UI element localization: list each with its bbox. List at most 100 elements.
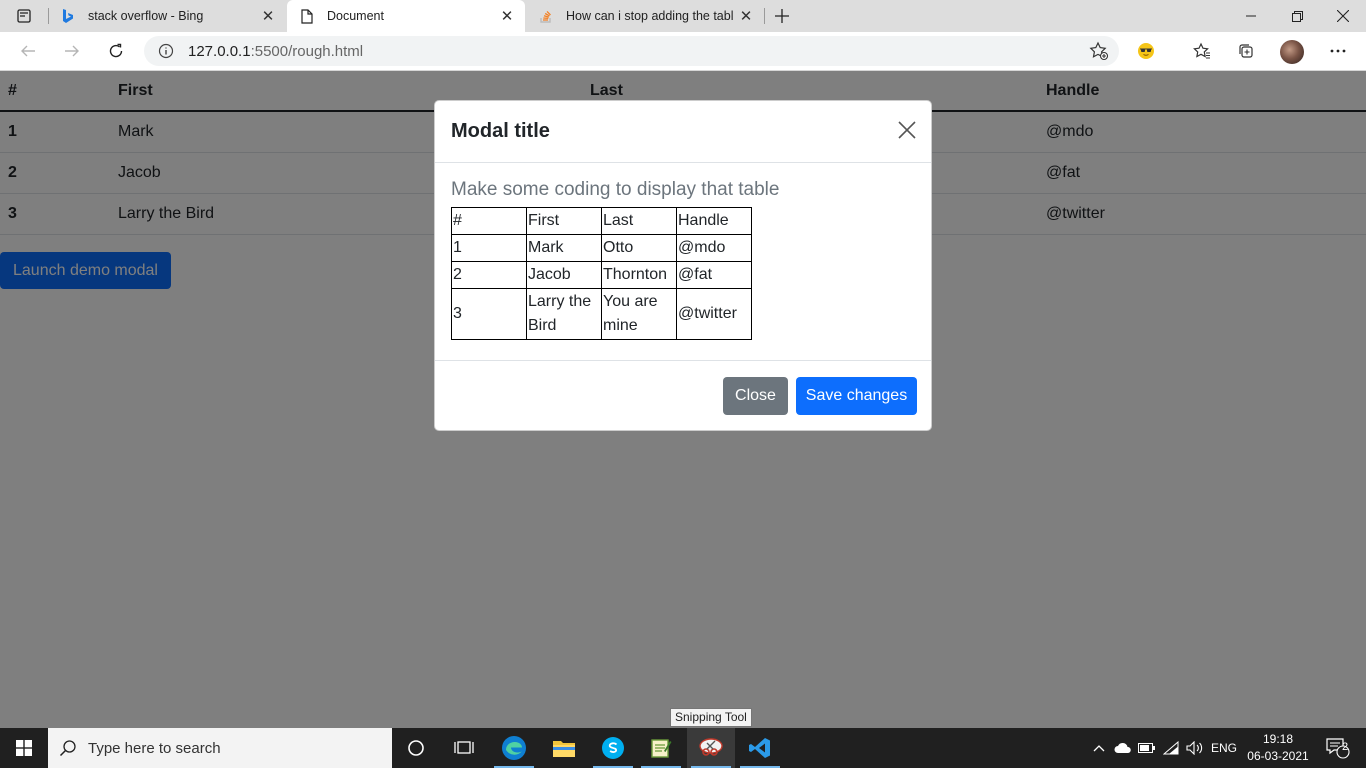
collections-button[interactable]: [1230, 36, 1262, 66]
extension-button[interactable]: [1130, 36, 1162, 66]
cortana-button[interactable]: [392, 728, 440, 768]
add-favorite-icon[interactable]: [1089, 41, 1109, 61]
tab-separator: [764, 8, 765, 24]
onedrive-tray-button[interactable]: [1112, 728, 1134, 768]
task-view-icon: [454, 741, 474, 754]
modal-footer: Close Save changes: [435, 361, 931, 430]
arrow-left-icon: [21, 45, 35, 57]
restore-icon: [1291, 10, 1303, 22]
profile-avatar[interactable]: [1280, 40, 1304, 64]
action-center-button[interactable]: 2: [1318, 728, 1358, 768]
page-viewport: # First Last Handle 1 Mark @mdo 2 Jacob …: [0, 71, 1366, 728]
modal-dialog: Modal title Make some coding to display …: [434, 100, 932, 431]
clock-time: 19:18: [1262, 732, 1294, 746]
address-bar[interactable]: 127.0.0.1:5500/rough.html: [144, 36, 1119, 66]
search-icon: [48, 728, 88, 768]
restore-button[interactable]: [1274, 0, 1320, 32]
wifi-icon: [1163, 741, 1179, 755]
bing-icon: [60, 8, 76, 24]
tab-stackoverflow[interactable]: How can i stop adding the table ✕: [526, 0, 764, 32]
vscode-icon: [749, 738, 770, 758]
close-window-button[interactable]: [1320, 0, 1366, 32]
taskbar-search-box[interactable]: Type here to search: [48, 728, 392, 768]
cell: Larry the Bird: [526, 288, 602, 340]
refresh-icon: [109, 43, 123, 58]
back-button[interactable]: [12, 36, 44, 66]
favorites-button[interactable]: [1186, 36, 1218, 66]
battery-icon: [1138, 743, 1155, 753]
close-icon: [898, 120, 916, 139]
save-changes-button[interactable]: Save changes: [796, 377, 917, 415]
forward-button[interactable]: [56, 36, 88, 66]
wifi-tray-button[interactable]: [1160, 728, 1182, 768]
modal-close-button[interactable]: [895, 119, 919, 143]
more-icon: [1330, 49, 1346, 53]
cell: You are mine: [601, 288, 677, 340]
table-row: # First Last Handle: [451, 207, 752, 235]
modal-header: Modal title: [435, 101, 931, 163]
cloud-icon: [1114, 742, 1131, 753]
collections-icon: [1239, 44, 1253, 58]
info-icon[interactable]: [156, 41, 176, 61]
arrow-right-icon: [65, 45, 79, 57]
battery-tray-button[interactable]: [1136, 728, 1158, 768]
folder-icon: [553, 741, 575, 757]
notification-count-badge: 2: [1341, 741, 1349, 753]
snipping-tool-icon: [699, 738, 723, 756]
show-hidden-icons-button[interactable]: [1088, 728, 1110, 768]
taskbar-notes-app[interactable]: [637, 728, 685, 768]
settings-more-button[interactable]: [1322, 36, 1354, 66]
modal-title: Modal title: [451, 120, 550, 142]
document-icon: [299, 8, 315, 24]
tab-close-button[interactable]: ✕: [734, 4, 758, 28]
cell: #: [451, 207, 527, 235]
taskbar: Type here to search ENG 19:18 06-03-2021: [0, 728, 1366, 768]
cell: 1: [451, 234, 527, 262]
plus-icon: [775, 9, 789, 23]
windows-logo-icon: [16, 740, 32, 756]
cell: Mark: [526, 234, 602, 262]
url-path: :5500/rough.html: [250, 42, 364, 60]
taskbar-file-explorer[interactable]: [540, 728, 588, 768]
skype-icon: [602, 737, 624, 759]
task-view-button[interactable]: [440, 728, 488, 768]
tab-title: stack overflow - Bing: [88, 9, 204, 23]
tab-actions-button[interactable]: [0, 0, 48, 32]
table-row: 2 Jacob Thornton @fat: [451, 261, 752, 289]
new-tab-button[interactable]: [770, 4, 794, 28]
taskbar-tooltip: Snipping Tool: [670, 708, 752, 727]
modal-body: Make some coding to display that table #…: [435, 163, 931, 361]
tab-bing[interactable]: stack overflow - Bing ✕: [48, 0, 286, 32]
cell: Thornton: [601, 261, 677, 289]
tab-close-button[interactable]: ✕: [256, 4, 280, 28]
cell: @fat: [676, 261, 752, 289]
notes-icon: [651, 739, 672, 758]
search-placeholder: Type here to search: [88, 739, 221, 757]
tab-title: How can i stop adding the table: [566, 9, 734, 23]
taskbar-skype[interactable]: [589, 728, 637, 768]
browser-toolbar: 127.0.0.1:5500/rough.html: [0, 32, 1366, 71]
taskbar-edge[interactable]: [490, 728, 538, 768]
refresh-button[interactable]: [100, 36, 132, 66]
tab-document[interactable]: Document ✕: [287, 0, 525, 32]
modal-table: # First Last Handle 1 Mark Otto @mdo 2 J…: [451, 207, 752, 340]
taskbar-snipping-tool[interactable]: [687, 728, 735, 768]
cortana-icon: [408, 740, 424, 756]
cell: Otto: [601, 234, 677, 262]
stackoverflow-icon: [538, 8, 554, 24]
cell: Jacob: [526, 261, 602, 289]
cell: @twitter: [676, 288, 752, 340]
start-button[interactable]: [0, 728, 48, 768]
tab-close-button[interactable]: ✕: [495, 4, 519, 28]
table-row: 1 Mark Otto @mdo: [451, 234, 752, 262]
minimize-button[interactable]: [1228, 0, 1274, 32]
close-button[interactable]: Close: [723, 377, 788, 415]
close-icon: [1337, 10, 1349, 22]
cell: Handle: [676, 207, 752, 235]
language-indicator[interactable]: ENG: [1208, 728, 1240, 768]
taskbar-vscode[interactable]: [736, 728, 784, 768]
table-row: 3 Larry the Bird You are mine @twitter: [451, 288, 752, 340]
volume-tray-button[interactable]: [1184, 728, 1206, 768]
url-host: 127.0.0.1: [188, 42, 251, 60]
taskbar-clock[interactable]: 19:18 06-03-2021: [1240, 731, 1316, 765]
